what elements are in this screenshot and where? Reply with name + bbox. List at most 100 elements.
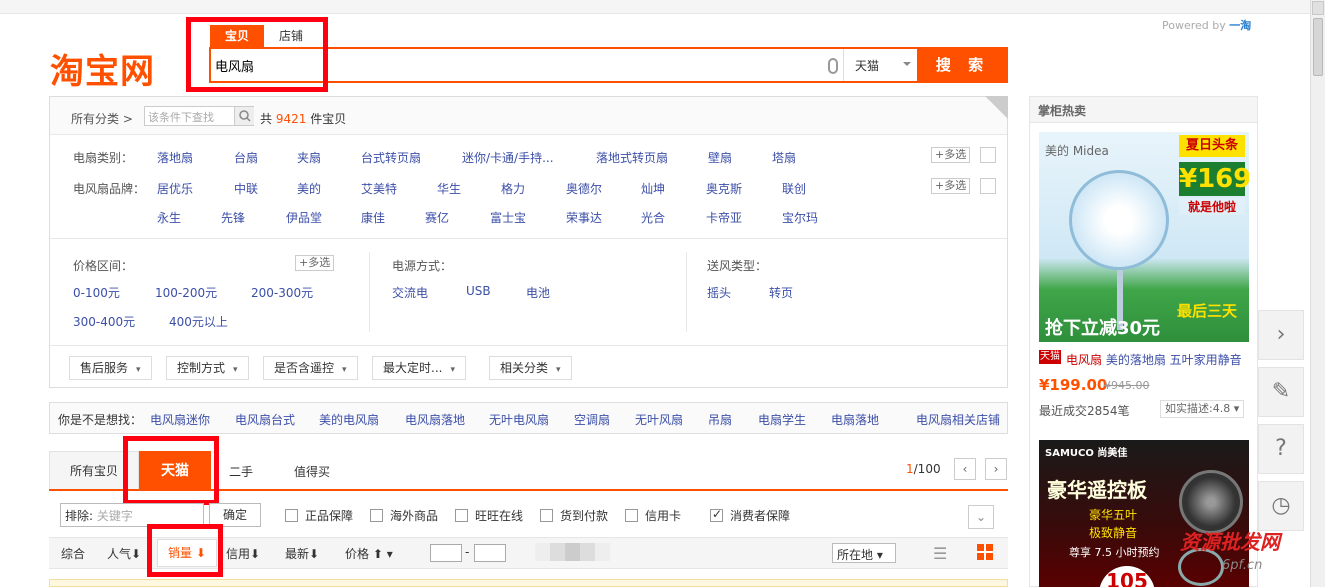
wind-link[interactable]: 转页 <box>769 284 793 301</box>
brand-link[interactable]: 康佳 <box>361 209 385 226</box>
tab-worth-buy[interactable]: 值得买 <box>294 463 330 480</box>
brand-link[interactable]: 灿坤 <box>641 180 665 197</box>
checkbox-consumer-protection[interactable] <box>710 507 723 522</box>
remote-dropdown[interactable]: 是否含遥控 <box>263 356 358 380</box>
sort-default[interactable]: 综合 <box>61 545 85 562</box>
price-range-link[interactable]: 0-100元 <box>73 284 120 301</box>
control-dropdown[interactable]: 控制方式 <box>166 356 249 380</box>
tab-second-hand[interactable]: 二手 <box>229 463 253 480</box>
power-link[interactable]: 交流电 <box>392 284 428 301</box>
category-link[interactable]: 台式转页扇 <box>361 149 421 166</box>
category-link[interactable]: 落地式转页扇 <box>596 149 668 166</box>
suggest-link[interactable]: 吊扇 <box>708 411 732 428</box>
power-link[interactable]: 电池 <box>526 284 550 301</box>
edit-icon[interactable]: ✎ <box>1258 367 1304 417</box>
brand-link[interactable]: 先锋 <box>221 209 245 226</box>
brand-link[interactable]: 艾美特 <box>361 180 397 197</box>
checkbox-cod[interactable] <box>540 509 553 522</box>
related-shops-link[interactable]: 电风扇相关店铺 <box>916 411 1000 428</box>
help-icon[interactable]: ? <box>1258 424 1304 474</box>
checkbox-genuine[interactable] <box>285 509 298 522</box>
sort-newest[interactable]: 最新⬇ <box>285 545 319 562</box>
breadcrumb[interactable]: 所有分类 > <box>71 110 133 127</box>
suggest-link[interactable]: 空调扇 <box>574 411 610 428</box>
sort-popularity[interactable]: 人气⬇ <box>107 545 141 562</box>
price-range-link[interactable]: 400元以上 <box>169 313 228 330</box>
suggest-link[interactable]: 电扇学生 <box>758 411 806 428</box>
category-link[interactable]: 落地扇 <box>157 149 193 166</box>
midea-fan-ad[interactable]: 美的 Midea 夏日头条 ¥169 就是他啦 最后三天 抢下立减30元 <box>1039 132 1249 342</box>
divider <box>369 252 370 332</box>
search-button[interactable]: 搜 索 <box>917 47 1008 83</box>
related-dropdown[interactable]: 相关分类 <box>489 356 572 380</box>
microphone-icon[interactable] <box>828 58 838 74</box>
suggest-link[interactable]: 电扇落地 <box>831 411 879 428</box>
brand-link[interactable]: 奥德尔 <box>566 180 602 197</box>
price-range-link[interactable]: 200-300元 <box>251 284 313 301</box>
sort-price[interactable]: 价格 ⬆ ▾ <box>345 545 393 562</box>
brand-link[interactable]: 永生 <box>157 209 181 226</box>
list-view-icon[interactable]: ☰ <box>933 544 947 563</box>
multi-select-button[interactable]: +多选 <box>931 147 971 163</box>
search-icon[interactable] <box>234 107 254 125</box>
price-min-input[interactable] <box>430 544 462 562</box>
brand-link[interactable]: 赛亿 <box>425 209 449 226</box>
category-link[interactable]: 夹扇 <box>297 149 321 166</box>
checkbox-credit-card[interactable] <box>625 509 638 522</box>
grid-view-icon[interactable] <box>977 544 993 560</box>
suggest-link[interactable]: 无叶风扇 <box>635 411 683 428</box>
brand-link[interactable]: 奥克斯 <box>706 180 742 197</box>
brand-link[interactable]: 华生 <box>437 180 461 197</box>
product-title-link[interactable]: 电风扇 美的落地扇 五叶家用静音 <box>1066 351 1242 368</box>
expand-filters-icon[interactable]: ⌄ <box>968 505 994 529</box>
multi-select-button[interactable]: +多选 <box>931 178 971 194</box>
history-icon[interactable]: ◷ <box>1258 481 1304 531</box>
brand-link[interactable]: 美的 <box>297 180 321 197</box>
checkbox-online[interactable] <box>455 509 468 522</box>
suggest-link[interactable]: 电风扇台式 <box>235 411 295 428</box>
brand-link[interactable]: 伊品堂 <box>286 209 322 226</box>
brand-link[interactable]: 宝尔玛 <box>782 209 818 226</box>
price-range-link[interactable]: 100-200元 <box>155 284 217 301</box>
ad-headline: 豪华遥控板 <box>1047 478 1147 502</box>
checkbox-overseas[interactable] <box>370 509 383 522</box>
search-scope-select[interactable]: 天猫 <box>855 57 879 74</box>
suggest-link[interactable]: 美的电风扇 <box>319 411 379 428</box>
taobao-logo[interactable]: 淘宝网 <box>50 44 155 93</box>
location-select[interactable]: 所在地 ▾ <box>832 543 896 563</box>
category-link[interactable]: 台扇 <box>234 149 258 166</box>
brand-link[interactable]: 富士宝 <box>490 209 526 226</box>
chevron-down-icon[interactable] <box>903 62 911 70</box>
price-range-link[interactable]: 300-400元 <box>73 313 135 330</box>
prev-page-button[interactable]: ‹ <box>954 458 976 480</box>
after-sale-dropdown[interactable]: 售后服务 <box>69 356 152 380</box>
vertical-scrollbar[interactable] <box>1310 0 1325 587</box>
brand-link[interactable]: 荣事达 <box>566 209 602 226</box>
price-max-input[interactable] <box>474 544 506 562</box>
category-link[interactable]: 迷你/卡通/手持... <box>462 149 554 166</box>
chevron-down-icon[interactable] <box>980 178 996 194</box>
scroll-up-button[interactable] <box>1312 1 1324 15</box>
category-link[interactable]: 塔扇 <box>772 149 796 166</box>
brand-link[interactable]: 光合 <box>641 209 665 226</box>
brand-link[interactable]: 居优乐 <box>157 180 193 197</box>
suggest-link[interactable]: 电风扇落地 <box>405 411 465 428</box>
chevron-down-icon[interactable] <box>980 147 996 163</box>
power-link[interactable]: USB <box>466 284 491 298</box>
scroll-thumb[interactable] <box>1313 18 1323 76</box>
sort-credit[interactable]: 信用⬇ <box>226 545 260 562</box>
fold-corner-icon[interactable] <box>985 96 1008 119</box>
brand-link[interactable]: 格力 <box>501 180 525 197</box>
suggest-link[interactable]: 电风扇迷你 <box>150 411 210 428</box>
wind-link[interactable]: 摇头 <box>707 284 731 301</box>
rating-dropdown[interactable]: 如实描述:4.8 ▾ <box>1160 400 1245 418</box>
brand-link[interactable]: 中联 <box>234 180 258 197</box>
brand-link[interactable]: 卡帝亚 <box>706 209 742 226</box>
chevron-right-icon[interactable]: › <box>1258 310 1304 360</box>
next-page-button[interactable]: › <box>985 458 1007 480</box>
multi-select-button[interactable]: +多选 <box>295 255 335 271</box>
timer-dropdown[interactable]: 最大定时... <box>372 356 466 380</box>
brand-link[interactable]: 联创 <box>782 180 806 197</box>
category-link[interactable]: 壁扇 <box>708 149 732 166</box>
suggest-link[interactable]: 无叶电风扇 <box>489 411 549 428</box>
